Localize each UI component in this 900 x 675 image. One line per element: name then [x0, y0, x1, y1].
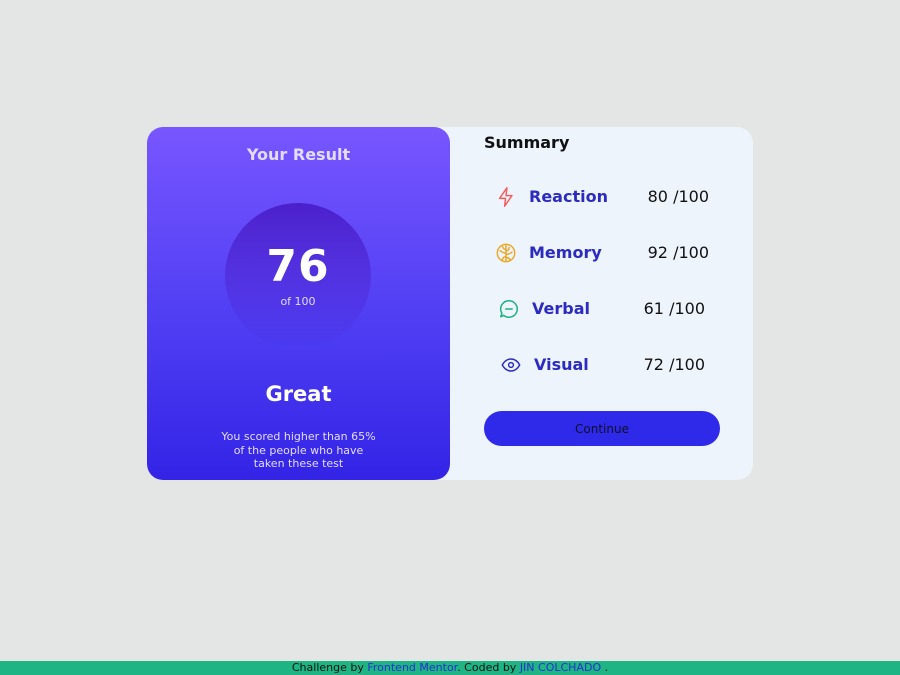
summary-row-score: 92 /100 — [647, 243, 709, 262]
chat-bubble-icon — [498, 298, 520, 320]
lightning-icon — [495, 186, 517, 208]
rating-label: Great — [265, 382, 332, 406]
summary-row-label: Visual — [534, 355, 589, 374]
summary-row-label: Verbal — [532, 299, 590, 318]
summary-row-verbal: Verbal 61 /100 — [147, 294, 753, 324]
summary-row-visual: Visual 72 /100 — [147, 350, 753, 380]
summary-row-memory: Memory 92 /100 — [147, 238, 753, 268]
summary-row-score: 72 /100 — [643, 355, 705, 374]
rating-description: You scored higher than 65% of the people… — [221, 430, 376, 470]
results-card: Your Result 76 of 100 Great You scored h… — [147, 127, 753, 480]
continue-button[interactable]: Continue — [484, 411, 720, 446]
summary-row-label: Memory — [529, 243, 602, 262]
score-circle: 76 of 100 — [225, 203, 371, 349]
summary-row-score: 61 /100 — [643, 299, 705, 318]
eye-icon — [500, 354, 522, 376]
footer-middle: . Coded by — [457, 661, 517, 674]
footer-prefix: Challenge by — [291, 661, 364, 674]
brain-icon — [495, 242, 517, 264]
author-link[interactable]: JIN COLCHADO — [520, 661, 601, 674]
attribution-footer: Challenge by Frontend Mentor. Coded by J… — [0, 661, 900, 675]
summary-row-reaction: Reaction 80 /100 — [147, 182, 753, 212]
result-title: Your Result — [246, 145, 351, 164]
summary-row-label: Reaction — [529, 187, 608, 206]
summary-row-score: 80 /100 — [647, 187, 709, 206]
footer-suffix: . — [604, 661, 609, 674]
frontend-mentor-link[interactable]: Frontend Mentor — [367, 661, 457, 674]
summary-title: Summary — [484, 133, 570, 152]
